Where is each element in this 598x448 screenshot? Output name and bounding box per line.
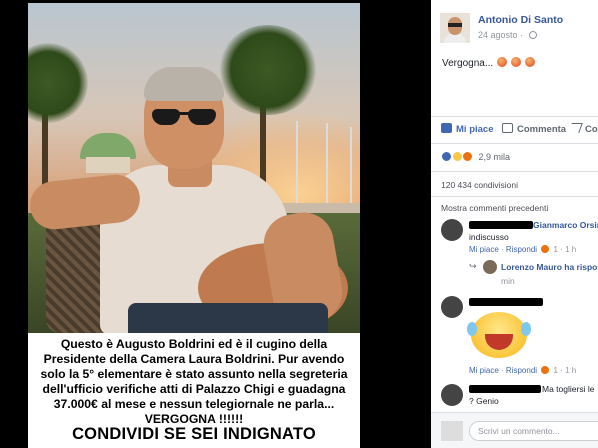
post-action-bar: Mi piace Commenta Co — [439, 120, 598, 138]
like-reaction-icon — [441, 151, 452, 162]
comment-author[interactable]: Gianmarco Orsini — [533, 220, 598, 230]
comment-icon — [502, 123, 513, 133]
laughing-crying-sticker-icon — [467, 312, 531, 358]
post-side-panel: Antonio Di Santo 24 agosto · Vergogna...… — [431, 0, 598, 448]
comment-button[interactable]: Commenta — [502, 123, 566, 135]
commenter-avatar[interactable] — [441, 219, 463, 241]
commenter-avatar[interactable] — [441, 296, 463, 318]
angry-face-icon — [510, 57, 521, 67]
comment-like-link[interactable]: Mi piace — [469, 366, 499, 375]
viewer-stage: Questo è Augusto Boldrini ed è il cugino… — [0, 0, 598, 448]
share-arrow-icon — [568, 123, 583, 133]
man-shorts — [128, 303, 328, 333]
avatar-sunglasses — [448, 23, 462, 27]
comment-label: Commenta — [517, 124, 567, 135]
sunglasses — [152, 109, 216, 127]
share-button[interactable]: Co — [568, 123, 598, 135]
comment-author-name[interactable]: Gianmarco Orsini — [533, 220, 598, 230]
globe-icon — [528, 31, 537, 39]
gazebo-roof — [80, 133, 136, 159]
show-previous-comments-link[interactable]: Mostra commenti precedenti — [441, 203, 548, 213]
reply-preview[interactable]: Lorenzo Mauro ha rispos — [501, 262, 598, 272]
reactions-summary[interactable]: 2,9 mila — [441, 151, 510, 162]
comment-react-count: 1 — [553, 366, 558, 375]
redacted-name — [469, 221, 533, 229]
lens — [152, 109, 180, 125]
man-hair — [144, 67, 224, 101]
tear — [467, 322, 477, 336]
avatar-body — [444, 34, 466, 43]
photo-caption: Questo è Augusto Boldrini ed è il cugino… — [28, 333, 360, 448]
gazebo-base — [86, 157, 130, 173]
like-label: Mi piace — [456, 124, 494, 135]
comment-like-link[interactable]: Mi piace — [469, 245, 499, 254]
author-avatar[interactable] — [440, 13, 470, 43]
tear — [521, 322, 531, 336]
share-label: Co — [585, 124, 598, 135]
caption-text: Questo è Augusto Boldrini ed è il cugino… — [40, 337, 348, 426]
commenter-avatar[interactable] — [441, 384, 463, 406]
comment-input[interactable]: Scrivi un commento... — [469, 421, 598, 441]
angry-reaction-icon — [541, 366, 550, 374]
haha-reaction-icon — [451, 151, 463, 162]
comment-text-continued: ? Genio — [469, 396, 499, 406]
lens — [188, 109, 216, 125]
reply-preview-text[interactable]: Lorenzo Mauro ha rispos — [501, 262, 598, 272]
divider — [431, 196, 598, 197]
author-name[interactable]: Antonio Di Santo — [478, 14, 563, 26]
like-button[interactable]: Mi piace — [441, 123, 494, 135]
thumbs-up-icon — [441, 123, 452, 133]
redacted-name — [469, 298, 543, 306]
divider — [431, 171, 598, 172]
post-text-body: Vergogna... — [442, 58, 494, 69]
redacted-name — [469, 385, 541, 393]
reactions-count: 2,9 mila — [478, 152, 511, 162]
viewer-avatar — [441, 421, 463, 441]
palm-leaves — [28, 43, 88, 123]
meta-dot: · — [520, 30, 524, 40]
comment-reply-link[interactable]: Rispondi — [506, 245, 537, 254]
post-photo[interactable] — [28, 3, 360, 333]
angry-face-icon — [496, 57, 507, 67]
angry-reaction-icon — [462, 151, 474, 162]
comment-text: indiscusso — [469, 232, 509, 242]
replier-avatar[interactable] — [483, 260, 497, 274]
share-call-to-action: CONDIVIDI SE SEI INDIGNATO — [72, 425, 316, 443]
post-text: Vergogna... — [442, 57, 535, 69]
railing — [278, 203, 360, 213]
angry-face-icon — [524, 57, 535, 67]
shares-count[interactable]: 120 434 condivisioni — [441, 180, 518, 190]
comment-reply-link[interactable]: Rispondi — [506, 366, 537, 375]
flagpole — [350, 127, 352, 211]
divider — [431, 116, 598, 117]
flagpole — [326, 123, 328, 211]
post-meta: 24 agosto · — [478, 30, 537, 40]
reply-arrow-icon: ↪ — [469, 261, 477, 271]
comment-time: 1 h — [565, 366, 577, 375]
comment-text: Ma togliersi le — [542, 384, 595, 394]
comment-composer: Scrivi un commento... — [431, 412, 598, 448]
divider — [431, 143, 598, 144]
gazebo — [80, 133, 136, 173]
post-date[interactable]: 24 agosto — [478, 30, 518, 40]
comment-actions: Mi piace · Rispondi 1 · 1 h — [469, 245, 577, 254]
comment-actions: Mi piace · Rispondi 1 · 1 h — [469, 366, 577, 375]
comment-time: 1 h — [565, 245, 577, 254]
sticker-mouth — [485, 334, 513, 350]
palm-leaves — [218, 25, 318, 115]
flagpole — [296, 121, 298, 211]
reply-preview-time: min — [501, 276, 515, 286]
angry-reaction-icon — [541, 245, 550, 253]
comment-react-count: 1 — [553, 245, 558, 254]
